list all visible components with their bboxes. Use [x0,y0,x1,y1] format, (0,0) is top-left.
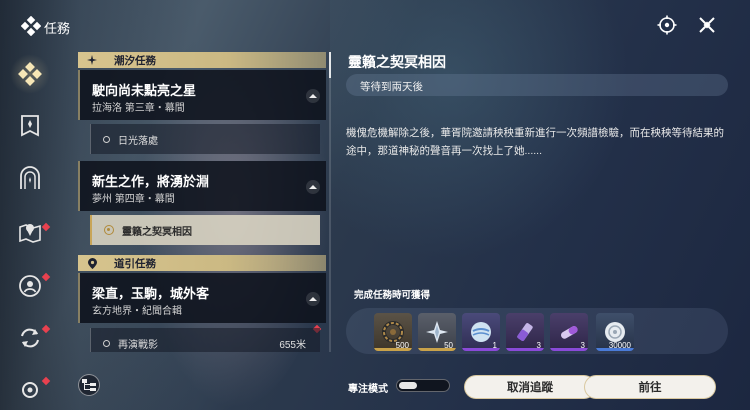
collapse-button[interactable] [306,89,320,103]
collapse-button[interactable] [306,292,320,306]
sidebar-item-bookmark[interactable] [16,112,44,140]
rarity-bar [374,348,412,351]
reward-item[interactable]: 1 [462,313,500,351]
reward-item[interactable]: 3 [550,313,588,351]
quest-title: 新生之作，將湧於淵 [92,174,210,189]
collapse-button[interactable] [306,180,320,194]
quest-diamond-icon [18,62,42,86]
quest-description: 機傀危機解除之後，華胥院邀請秧秧重新進行一次頻譜檢驗，而在秧秧等待結果的途中，那… [346,127,724,157]
quest-card[interactable]: 梁直，玉駒，城外客 玄方地界・紀聞合輯 [78,273,326,323]
arch-star-icon [20,166,40,189]
reward-label: 完成任務時可獲得 [354,290,431,301]
rarity-bar [550,348,588,351]
quest-list-scrollbar[interactable] [329,52,331,352]
hierarchy-icon [82,379,96,391]
category-name: 道引任務 [114,257,156,270]
sidebar-item-profile[interactable] [16,272,44,300]
location-pin-icon [84,255,100,271]
sidebar-item-cycle[interactable] [16,324,44,352]
focus-mode-toggle[interactable] [396,379,450,392]
quest-subtitle: 夢州 第四章・幕間 [92,194,175,205]
reward-item[interactable]: 500 [374,313,412,351]
category-header-tidal[interactable]: 潮汐任務 [78,52,326,68]
sidebar-item-quests[interactable] [10,54,50,94]
toggle-knob [399,382,417,389]
quest-status-text: 等待到兩天後 [360,81,423,93]
quest-card[interactable]: 駛向尚未點亮之星 拉海洛 第三章・幕間 [78,70,326,120]
reward-item[interactable]: 50 [418,313,456,351]
sidebar-item-settings[interactable] [16,374,44,402]
quest-diamond-icon [21,16,41,36]
map-target-button[interactable] [656,14,678,36]
quest-subtitle: 玄方地界・紀聞合輯 [92,306,182,317]
quest-list: 潮汐任務 駛向尚未點亮之星 拉海洛 第三章・幕間 日光落處 新生之作，將湧於淵 … [78,52,330,352]
cycle-arrows-icon [21,328,39,348]
sidebar-item-map[interactable] [16,218,44,246]
quest-step-item-active[interactable]: 靈籟之契冥相因 [90,215,320,245]
focus-mode-label: 專注模式 [348,384,388,395]
rarity-bar [462,348,500,351]
step-label: 日光落處 [118,135,158,147]
back-button[interactable] [20,16,42,36]
quest-detail-title: 靈籟之契冥相因 [348,54,446,70]
quest-tree-button[interactable] [78,374,100,396]
quest-step-item[interactable]: 再演戰影 655米 [90,328,320,352]
sparkle-icon [84,52,100,68]
go-button[interactable]: 前往 [584,375,716,399]
quest-title: 梁直，玉駒，城外客 [92,286,210,301]
step-ring-icon [103,135,110,143]
cancel-tracking-button[interactable]: 取消追蹤 [464,375,596,399]
step-label: 靈籟之契冥相因 [122,226,192,238]
category-header-guide[interactable]: 道引任務 [78,255,326,271]
map-pin-icon [19,224,41,243]
distance-label: 655米 [279,339,306,351]
category-name: 潮汐任務 [114,54,156,67]
quest-card[interactable]: 新生之作，將湧於淵 夢州 第四章・幕間 [78,161,326,211]
step-label: 再演戰影 [118,339,158,351]
sidebar-item-arch[interactable] [16,164,44,192]
rarity-bar [596,348,634,351]
quest-title: 駛向尚未點亮之星 [92,83,197,98]
reward-item[interactable]: 3 [506,313,544,351]
chevron-up-icon [309,94,317,98]
map-target-icon [657,15,677,35]
rarity-bar [506,348,544,351]
chevron-up-icon [309,297,317,301]
bookmark-shield-icon [21,115,39,137]
quest-step-item[interactable]: 日光落處 [90,124,320,154]
scroll-thumb[interactable] [329,52,331,78]
close-button[interactable] [696,14,718,36]
chevron-up-icon [309,185,317,189]
close-icon [699,17,715,33]
target-ring-icon [104,225,114,235]
step-ring-icon [103,339,110,347]
rarity-bar [418,348,456,351]
quest-status-bar: 等待到兩天後 [346,74,728,96]
quest-subtitle: 拉海洛 第三章・幕間 [92,103,185,114]
reward-item[interactable]: 30000 [596,313,634,351]
page-title: 任務 [44,21,71,36]
profile-ring-icon [19,275,41,297]
gear-icon [22,382,38,398]
